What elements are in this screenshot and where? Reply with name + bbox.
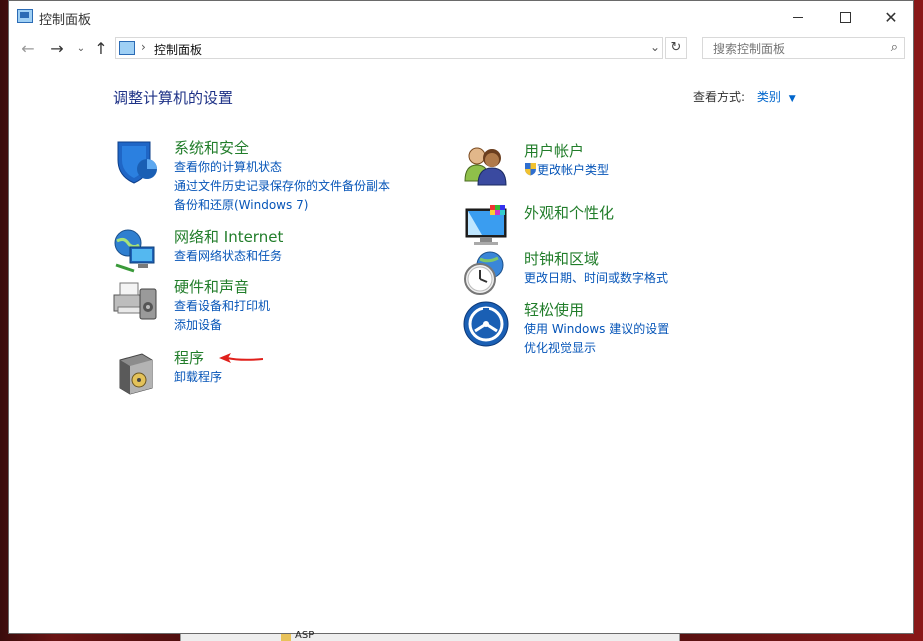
clock-globe-icon [462,249,510,297]
watermark-cn: 经验 [818,570,871,600]
category-title-user-accounts[interactable]: 用户帐户 [524,141,609,161]
category-title-clock-region[interactable]: 时钟和区域 [524,249,668,269]
refresh-button[interactable]: ↻ [665,37,687,59]
category-title-system-security[interactable]: 系统和安全 [174,138,390,158]
uac-shield-icon [524,162,537,182]
category-clock-region: 时钟和区域 更改日期、时间或数字格式 [464,249,668,295]
recent-locations-button[interactable]: ⌄ [71,43,91,54]
shield-icon [112,138,160,186]
breadcrumb-chevron-icon: › [141,40,146,54]
navigation-bar: ← → ⌄ ↑ › 控制面板 ⌄ ↻ ⌕ [9,35,913,63]
link-change-account-type[interactable]: 更改帐户类型 [524,161,609,182]
category-appearance: 外观和个性化 [465,203,614,245]
printer-icon [112,277,160,325]
window-title: 控制面板 [39,13,92,28]
category-title-appearance[interactable]: 外观和个性化 [524,203,614,223]
category-title-hardware-sound[interactable]: 硬件和声音 [174,277,270,297]
up-arrow-icon: ↑ [94,39,108,58]
search-box[interactable]: ⌕ [702,37,905,59]
breadcrumb-control-panel[interactable]: 控制面板 [154,41,202,58]
link-change-account-type-label[interactable]: 更改帐户类型 [537,163,609,177]
back-button[interactable]: ← [18,39,38,58]
category-hardware-sound: 硬件和声音 查看设备和打印机 添加设备 [113,277,270,335]
back-arrow-icon: ← [21,39,35,58]
link-uninstall-program[interactable]: 卸载程序 [174,368,222,387]
appearance-monitor-icon [462,203,510,251]
minimize-button[interactable] [775,1,821,33]
forward-arrow-icon: → [50,39,64,58]
link-backup-restore[interactable]: 备份和还原(Windows 7) [174,196,390,215]
address-bar[interactable]: › 控制面板 ⌄ [115,37,663,59]
link-view-computer-status[interactable]: 查看你的计算机状态 [174,158,390,177]
refresh-icon: ↻ [670,40,682,55]
category-title-network-internet[interactable]: 网络和 Internet [174,227,283,247]
users-icon [462,141,510,189]
category-user-accounts: 用户帐户 更改帐户类型 [464,141,609,186]
control-panel-icon [17,9,33,23]
baidu-watermark: Baidu 经验 jingyan.baidu.com [698,540,878,620]
link-network-status[interactable]: 查看网络状态和任务 [174,247,283,266]
link-use-recommended-settings[interactable]: 使用 Windows 建议的设置 [524,320,669,339]
category-ease-of-access: 轻松使用 使用 Windows 建议的设置 优化视觉显示 [463,300,669,358]
close-button[interactable]: ✕ [868,1,914,33]
watermark-url: jingyan.baidu.com [710,602,830,617]
link-devices-printers[interactable]: 查看设备和打印机 [174,297,270,316]
category-network-internet: 网络和 Internet 查看网络状态和任务 [114,227,283,273]
category-system-security: 系统和安全 查看你的计算机状态 通过文件历史记录保存你的文件备份副本 备份和还原… [117,138,390,215]
category-programs: 程序 卸载程序 [119,348,222,395]
programs-box-icon [112,348,160,396]
view-by-label: 查看方式: [693,90,746,104]
category-title-programs[interactable]: 程序 [174,348,222,368]
red-arrow-annotation-icon [219,353,263,363]
address-dropdown-icon[interactable]: ⌄ [650,40,660,54]
search-icon: ⌕ [890,40,898,55]
minimize-icon [793,16,803,18]
page-heading: 调整计算机的设置 [113,89,234,107]
category-title-ease-of-access[interactable]: 轻松使用 [524,300,669,320]
chevron-down-icon: ⌄ [76,43,86,54]
network-globe-icon [112,227,160,275]
ease-of-access-icon [462,300,510,348]
forward-button[interactable]: → [47,39,67,58]
link-optimize-visual-display[interactable]: 优化视觉显示 [524,339,669,358]
folder-icon [281,634,291,641]
background-explorer-panel: ASP [180,630,680,641]
control-panel-window: 控制面板 ✕ ← → ⌄ ↑ › 控制面板 ⌄ ↻ ⌕ 调整计算机的设置 查看方… [8,0,914,634]
title-bar: 控制面板 ✕ [9,1,913,33]
close-icon: ✕ [884,7,898,27]
maximize-button[interactable] [822,1,868,33]
up-button[interactable]: ↑ [91,39,111,58]
maximize-icon [839,11,851,23]
watermark-brand: Baidu [698,558,819,599]
link-change-date-time-format[interactable]: 更改日期、时间或数字格式 [524,269,668,288]
view-by-chevron-icon[interactable]: ▼ [789,94,796,104]
link-file-history-backup[interactable]: 通过文件历史记录保存你的文件备份副本 [174,177,390,196]
view-by: 查看方式: 类别 ▼ [693,88,796,105]
control-panel-small-icon [119,41,135,55]
link-add-device[interactable]: 添加设备 [174,316,270,335]
view-by-dropdown[interactable]: 类别 [757,90,781,104]
background-folder-label: ASP [295,630,315,641]
search-input[interactable] [711,40,875,58]
